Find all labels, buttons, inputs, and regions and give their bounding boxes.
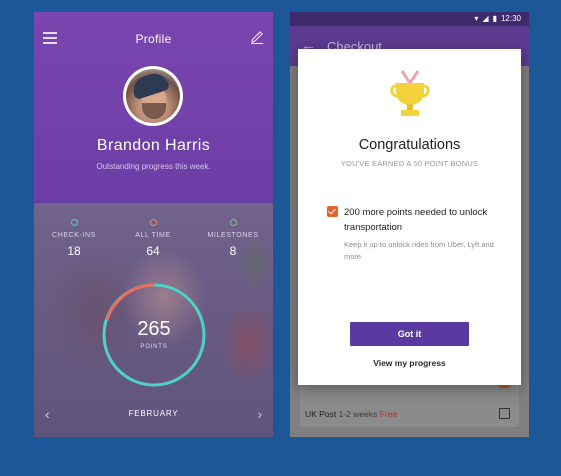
avatar <box>123 66 183 126</box>
stat-dot-icon <box>149 219 157 226</box>
dialog-subtitle: YOU'VE EARNED A 50 POINT BONUS <box>340 159 479 168</box>
trophy-icon <box>390 70 430 116</box>
stat-check-ins: CHECK-INS 18 <box>34 219 114 258</box>
battery-icon: ▮ <box>492 14 497 23</box>
shipping-carrier: UK Post <box>305 409 337 419</box>
user-name: Brandon Harris <box>96 137 211 154</box>
points-value: 265 <box>137 318 171 340</box>
stat-label: ALL TIME <box>135 232 171 239</box>
user-subtitle: Outstanding progress this week. <box>96 162 211 171</box>
shipping-duration: 1-2 weeks <box>338 409 378 419</box>
page-title: Profile <box>135 32 172 46</box>
profile-screen: Profile Brandon Harris Outstanding progr… <box>34 12 273 437</box>
stat-dot-icon <box>229 219 237 226</box>
stat-value: 8 <box>229 244 237 258</box>
got-it-button[interactable]: Got it <box>350 322 469 346</box>
profile-header: Profile Brandon Harris Outstanding progr… <box>34 12 273 203</box>
shipping-price: Free <box>379 409 398 419</box>
month-label: FEBRUARY <box>128 409 179 418</box>
stat-label: MILESTONES <box>207 232 259 239</box>
unlock-note: Keep it up to unlock rides from Uber, Ly… <box>344 240 494 261</box>
month-selector: ‹ FEBRUARY › <box>34 407 273 421</box>
stat-label: CHECK-INS <box>52 232 96 239</box>
wifi-icon: ▾ <box>474 14 479 23</box>
stat-dot-icon <box>70 219 78 226</box>
dialog-title: Congratulations <box>358 137 461 153</box>
stat-value: 18 <box>67 244 81 258</box>
view-progress-link[interactable]: View my progress <box>298 358 521 368</box>
edit-icon[interactable] <box>249 29 265 45</box>
signal-icon: ◢ <box>482 14 489 23</box>
congratulations-dialog: Congratulations YOU'VE EARNED A 50 POINT… <box>298 49 521 385</box>
stat-all-time: ALL TIME 64 <box>113 219 193 258</box>
unlock-message: 200 more points needed to unlock transpo… <box>344 207 488 233</box>
unlock-checkbox[interactable] <box>327 206 338 217</box>
stat-value: 64 <box>146 244 160 258</box>
shipping-option-row[interactable]: UK Post 1-2 weeks Free <box>290 405 529 425</box>
shipping-checkbox[interactable] <box>499 408 510 419</box>
status-bar: ▾ ◢ ▮ 12:30 <box>290 12 529 26</box>
checkout-screen: ▾ ◢ ▮ 12:30 ← Checkout UK Post 1-2 weeks… <box>290 12 529 437</box>
chevron-right-icon[interactable]: › <box>257 407 262 421</box>
status-time: 12:30 <box>500 14 521 23</box>
points-label: POINTS <box>140 344 168 350</box>
stat-milestones: MILESTONES 8 <box>193 219 273 258</box>
